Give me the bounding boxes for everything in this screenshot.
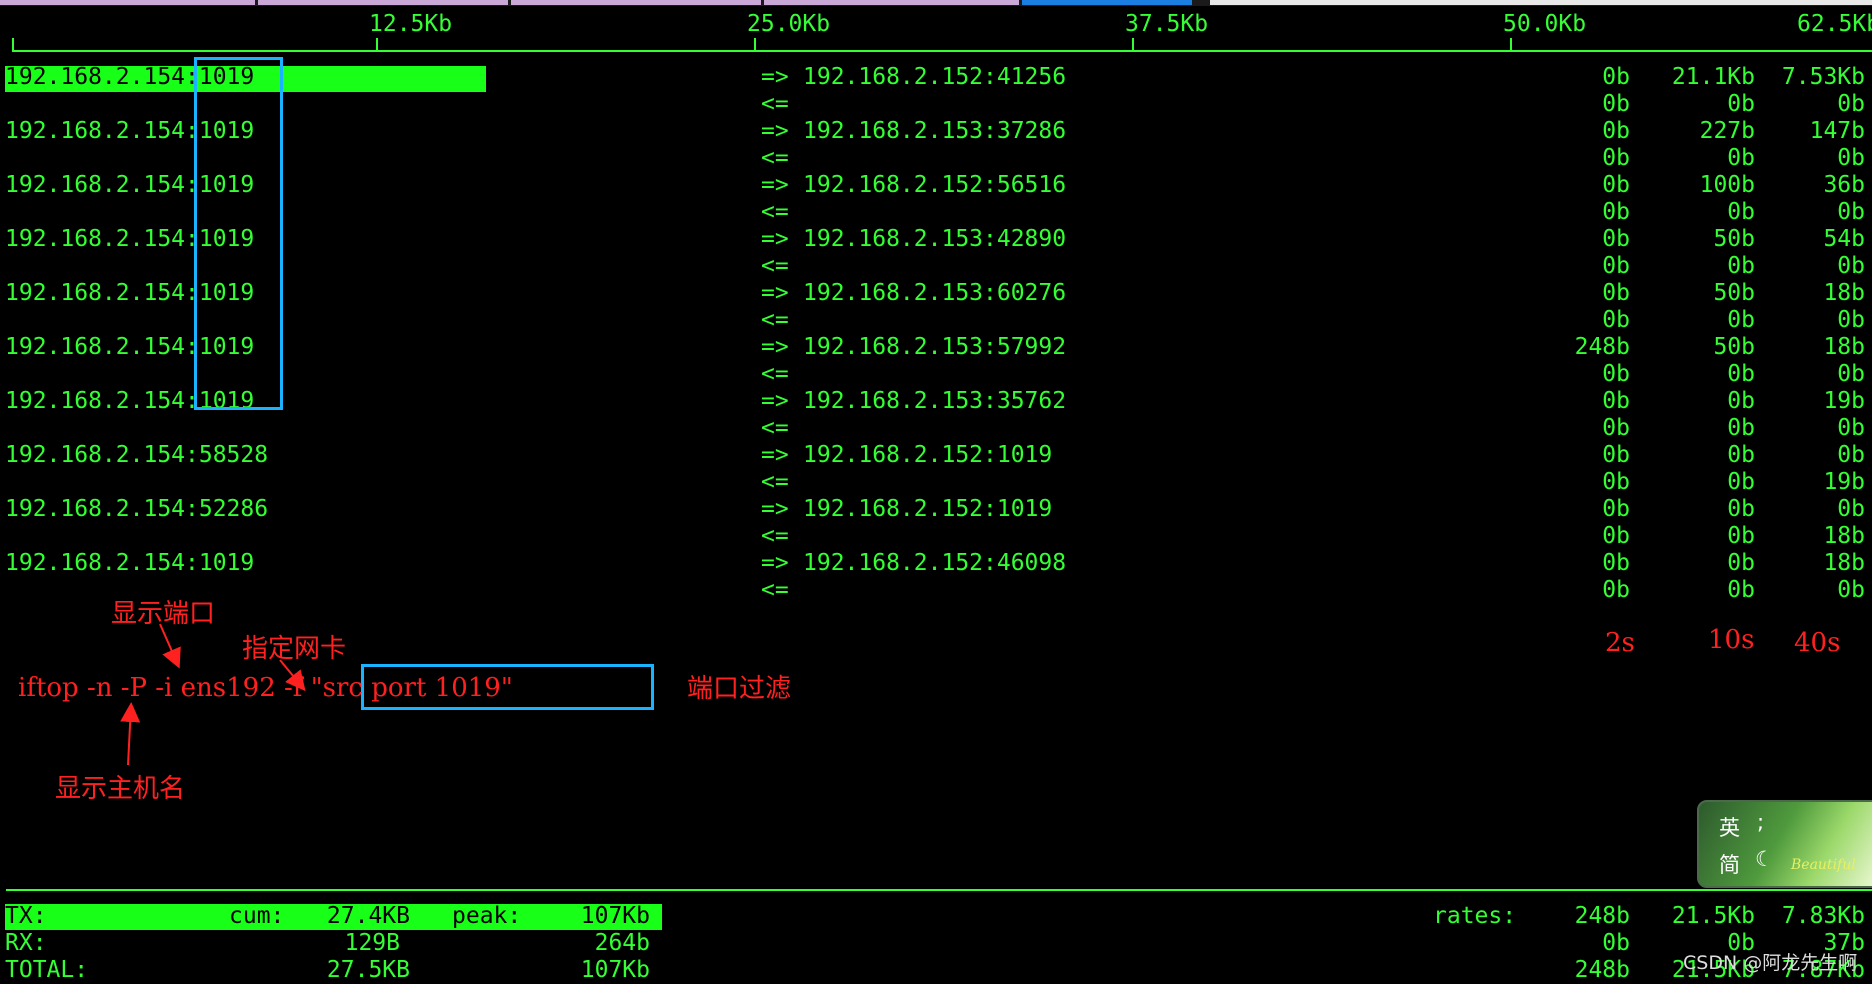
tx-peak: 107Kb <box>580 903 650 929</box>
arrow-show-port <box>159 623 181 669</box>
ime-mode[interactable]: 简 <box>1719 849 1740 879</box>
rx-cum: 129B <box>344 930 400 956</box>
tx-rate-10s: 21.5Kb <box>1671 903 1755 929</box>
rx-rate-2s: 0b <box>1602 930 1630 956</box>
peak-label: peak: <box>452 903 522 929</box>
total-rate-2s: 248b <box>1574 957 1630 983</box>
total-label: TOTAL: <box>5 957 89 983</box>
watermark: CSDN @阿龙先生啊 <box>1683 952 1858 974</box>
ime-punctuation[interactable]: ; <box>1757 810 1764 834</box>
annotation-arrows <box>120 623 306 766</box>
ime-language[interactable]: 英 <box>1719 812 1740 842</box>
ime-brand: Beautiful <box>1791 857 1856 873</box>
total-peak: 107Kb <box>580 957 650 983</box>
total-cum: 27.5KB <box>326 957 410 983</box>
tx-cum: 27.4KB <box>326 903 410 929</box>
rx-peak: 264b <box>594 930 650 956</box>
totals-separator <box>6 889 1872 891</box>
rx-label: RX: <box>5 930 47 956</box>
arrow-choose-nic <box>279 659 306 692</box>
moon-icon[interactable]: ☾ <box>1755 847 1774 871</box>
tx-label: TX: <box>5 903 47 929</box>
cum-label: cum: <box>229 903 285 929</box>
tx-rate-40s: 7.83Kb <box>1781 903 1865 929</box>
tx-rate-2s: 248b <box>1574 903 1630 929</box>
arrow-show-hostname <box>120 702 141 766</box>
ime-widget[interactable]: 英 ; 简 ☾ Beautiful <box>1697 800 1872 888</box>
rates-label: rates: <box>1433 903 1517 929</box>
